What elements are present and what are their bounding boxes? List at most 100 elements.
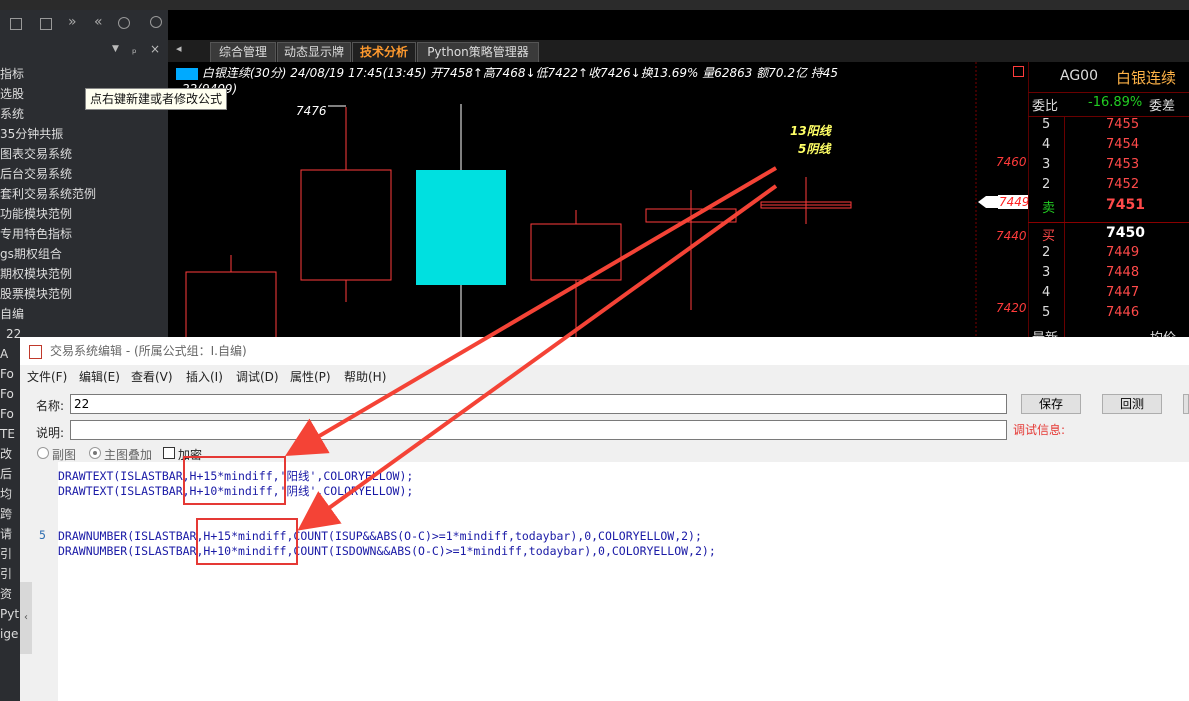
tree-item[interactable]: 自编 xyxy=(0,304,24,324)
bid-level-label: 买 xyxy=(1042,229,1056,244)
bid-price: 7449 xyxy=(1106,245,1140,260)
radio-sub-chart[interactable] xyxy=(37,447,49,459)
bid-price: 7450 xyxy=(1106,225,1145,241)
chart-info-text: 白银连续(30分) 24/08/19 17:45(13:45) 开7458↑高7… xyxy=(201,66,839,80)
menu-help[interactable]: 帮助(H) xyxy=(344,367,386,387)
backtest-button[interactable]: 回测 xyxy=(1102,394,1162,414)
search-icon[interactable] xyxy=(150,16,162,28)
desc-label: 说明: xyxy=(36,426,65,440)
back-icon[interactable]: « xyxy=(94,14,103,30)
price-tick-7420: 7420 xyxy=(996,301,1027,315)
candle-2 xyxy=(300,107,392,302)
menu-debug[interactable]: 调试(D) xyxy=(236,367,279,387)
tree-item[interactable]: 22 xyxy=(6,324,21,344)
bid-price: 7448 xyxy=(1106,265,1140,280)
bid-price: 7446 xyxy=(1106,305,1140,320)
tree-item[interactable]: 资 xyxy=(0,584,12,604)
line-number-5: 5 xyxy=(39,528,46,542)
tab-python-manager[interactable]: Python策略管理器 xyxy=(417,42,539,62)
tree-item[interactable]: ige xyxy=(0,624,18,644)
ask-level-label: 4 xyxy=(1042,137,1051,152)
tree-item[interactable]: 期权模块范例 xyxy=(0,264,72,284)
quote-divider xyxy=(1028,92,1189,93)
bid-price: 7447 xyxy=(1106,285,1140,300)
radio-main-label: 主图叠加 xyxy=(104,448,153,462)
tree-item[interactable]: 功能模块范例 xyxy=(0,204,72,224)
tab-overview[interactable]: 综合管理 xyxy=(210,42,276,62)
ask-level-label: 5 xyxy=(1042,117,1051,132)
debug-info-label: 调试信息: xyxy=(1013,423,1066,437)
radio-main-overlay[interactable] xyxy=(89,447,101,459)
desc-input[interactable] xyxy=(70,420,1007,440)
quote-divider-3 xyxy=(1028,222,1189,223)
tree-item[interactable]: 指标 xyxy=(0,64,24,84)
dropdown-icon[interactable]: ▼ xyxy=(112,44,119,54)
price-tick-7440: 7440 xyxy=(996,229,1027,243)
tree-item[interactable]: 引 xyxy=(0,564,12,584)
tree-item[interactable]: Fo xyxy=(0,364,14,384)
ask-price: 7452 xyxy=(1106,177,1140,192)
quote-name: 白银连续 xyxy=(1116,69,1177,87)
forward-icon[interactable]: » xyxy=(68,14,77,30)
formula-icon[interactable] xyxy=(40,18,52,30)
menu-file[interactable]: 文件(F) xyxy=(27,367,67,387)
tree-item[interactable]: gs期权组合 xyxy=(0,244,62,264)
tree-item[interactable]: 后台交易系统 xyxy=(0,164,72,184)
tree-item[interactable]: 后 xyxy=(0,464,12,484)
ask-price: 7453 xyxy=(1106,157,1140,172)
highlight-box-drawnumber xyxy=(196,518,298,565)
tab-technical-analysis[interactable]: 技术分析 xyxy=(352,42,416,62)
tree-item[interactable]: 均 xyxy=(0,484,12,504)
tree-item[interactable]: Fo xyxy=(0,404,14,424)
menu-properties[interactable]: 属性(P) xyxy=(290,367,331,387)
yang-count-label: 13阳线 xyxy=(790,124,831,138)
price-tick-current: 7449 xyxy=(998,195,1031,209)
close-circle-icon[interactable] xyxy=(118,17,130,29)
chart-info-badge[interactable] xyxy=(176,67,198,80)
tree-item[interactable]: 系统 xyxy=(0,104,24,124)
tree-item[interactable]: A xyxy=(0,344,8,364)
tree-item[interactable]: 35分钟共振 xyxy=(0,124,63,144)
code-line-3: DRAWNUMBER(ISLASTBAR,H+15*mindiff,COUNT(… xyxy=(58,529,702,543)
pin-icon[interactable]: ₚ xyxy=(132,43,137,56)
tab-scroll-left-icon[interactable]: ◂ xyxy=(176,42,182,55)
left-panel-toolbar: » « xyxy=(0,10,168,41)
more-button[interactable] xyxy=(1183,394,1189,414)
tree-item[interactable]: 专用特色指标 xyxy=(0,224,72,244)
close-icon[interactable]: × xyxy=(150,42,160,56)
tab-dynamic-board[interactable]: 动态显示牌 xyxy=(277,42,351,62)
top-toolbar xyxy=(0,0,1189,10)
tree-item[interactable]: 请 xyxy=(0,524,12,544)
bid-level-label: 5 xyxy=(1042,305,1051,320)
candle-1 xyxy=(185,255,277,337)
tree-item[interactable]: TE xyxy=(0,424,15,444)
tree-item[interactable]: 改 xyxy=(0,444,12,464)
encrypt-checkbox[interactable] xyxy=(163,447,175,459)
tree-item[interactable]: 图表交易系统 xyxy=(0,144,72,164)
collapse-panel-icon[interactable]: ‹ xyxy=(20,582,32,654)
ask-level-label: 2 xyxy=(1042,177,1051,192)
copy-icon[interactable] xyxy=(10,18,22,30)
menu-insert[interactable]: 插入(I) xyxy=(186,367,223,387)
tree-item[interactable]: 引 xyxy=(0,544,12,564)
save-button[interactable]: 保存 xyxy=(1021,394,1081,414)
bid-level-label: 4 xyxy=(1042,285,1051,300)
name-label: 名称: xyxy=(36,399,65,413)
bid-level-label: 2 xyxy=(1042,245,1051,260)
tree-item[interactable]: 套利交易系统范例 xyxy=(0,184,96,204)
name-input[interactable]: 22 xyxy=(70,394,1007,414)
candle-5 xyxy=(645,190,737,310)
quote-expand-icon[interactable] xyxy=(1013,66,1024,77)
ask-price: 7451 xyxy=(1106,197,1145,213)
tree-item[interactable]: 跨 xyxy=(0,504,12,524)
editor-app-icon xyxy=(29,345,42,359)
menu-view[interactable]: 查看(V) xyxy=(131,367,173,387)
tree-item[interactable]: 股票模块范例 xyxy=(0,284,72,304)
tree-item[interactable]: Fo xyxy=(0,384,14,404)
candle-3 xyxy=(416,104,506,337)
chart-info-line: 白银连续(30分) 24/08/19 17:45(13:45) 开7458↑高7… xyxy=(176,66,838,80)
yin-count-label: 5阴线 xyxy=(798,142,831,156)
dialog-title: 交易系统编辑 - (所属公式组：I.自编) xyxy=(50,344,247,358)
menu-edit[interactable]: 编辑(E) xyxy=(79,367,120,387)
tree-item[interactable]: 选股 xyxy=(0,84,24,104)
